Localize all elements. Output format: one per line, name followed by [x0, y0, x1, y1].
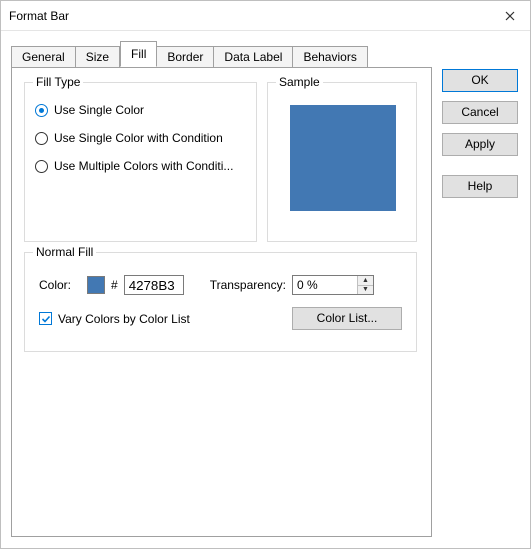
group-sample: Sample [267, 82, 417, 242]
close-icon[interactable] [490, 1, 530, 30]
color-hex-input[interactable] [124, 275, 184, 295]
color-swatch-button[interactable] [87, 276, 105, 294]
checkbox-label: Vary Colors by Color List [58, 312, 190, 326]
group-label: Sample [276, 75, 323, 89]
color-list-button[interactable]: Color List... [292, 307, 402, 330]
vary-colors-checkbox[interactable]: Vary Colors by Color List [39, 312, 190, 326]
radio-icon [35, 104, 48, 117]
transparency-label: Transparency: [210, 278, 286, 292]
tab-general[interactable]: General [11, 46, 76, 68]
help-button[interactable]: Help [442, 175, 518, 198]
radio-label: Use Single Color with Condition [54, 131, 223, 145]
radio-icon [35, 132, 48, 145]
radio-label: Use Multiple Colors with Conditi... [54, 159, 233, 173]
hash-label: # [111, 278, 118, 292]
tab-behaviors[interactable]: Behaviors [293, 46, 367, 68]
dialog-button-column: OK Cancel Apply Help [442, 43, 520, 538]
group-label: Normal Fill [33, 245, 96, 259]
chevron-up-icon[interactable]: ▲ [358, 276, 373, 286]
radio-use-single-color[interactable]: Use Single Color [35, 103, 246, 117]
tab-fill[interactable]: Fill [120, 41, 157, 67]
radio-label: Use Single Color [54, 103, 144, 117]
cancel-button[interactable]: Cancel [442, 101, 518, 124]
chevron-down-icon[interactable]: ▼ [358, 286, 373, 295]
window-title: Format Bar [9, 1, 69, 31]
radio-use-multiple-colors-condition[interactable]: Use Multiple Colors with Conditi... [35, 159, 246, 173]
radio-use-single-color-condition[interactable]: Use Single Color with Condition [35, 131, 246, 145]
radio-icon [35, 160, 48, 173]
dialog-content: General Size Fill Border Data Label Beha… [1, 31, 530, 548]
tab-data-label[interactable]: Data Label [214, 46, 293, 68]
tab-border[interactable]: Border [157, 46, 214, 68]
tab-size[interactable]: Size [76, 46, 120, 68]
apply-button[interactable]: Apply [442, 133, 518, 156]
checkbox-icon [39, 312, 52, 325]
ok-button[interactable]: OK [442, 69, 518, 92]
tab-strip: General Size Fill Border Data Label Beha… [11, 43, 432, 67]
group-fill-type: Fill Type Use Single Color Use Single Co… [24, 82, 257, 242]
sample-color-swatch [290, 105, 396, 211]
dialog-window: Format Bar General Size Fill Border Data… [0, 0, 531, 549]
tab-panel-fill: Fill Type Use Single Color Use Single Co… [11, 67, 432, 537]
titlebar: Format Bar [1, 1, 530, 31]
color-label: Color: [39, 278, 81, 292]
group-label: Fill Type [33, 75, 83, 89]
transparency-stepper[interactable]: ▲ ▼ [292, 275, 374, 295]
transparency-input[interactable] [293, 276, 357, 294]
group-normal-fill: Normal Fill Color: # Transparency: [24, 252, 417, 352]
